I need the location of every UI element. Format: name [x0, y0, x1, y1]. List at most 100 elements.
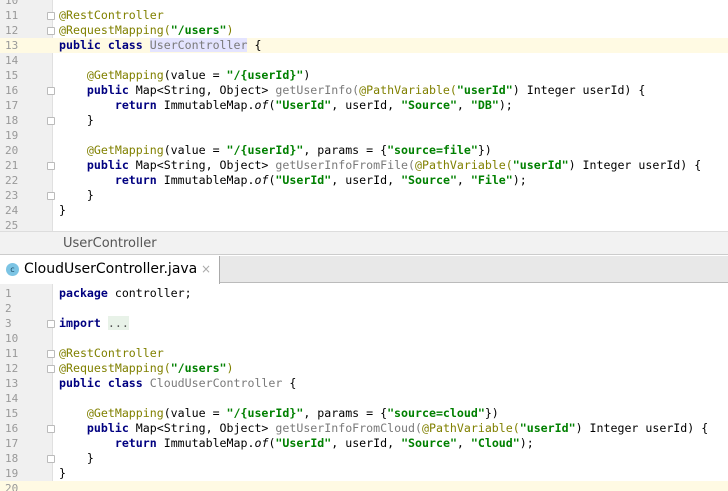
fold-marker-icon[interactable]	[47, 320, 55, 328]
line-number: 12	[5, 24, 19, 37]
code-text: public Map<String, Object> getUserInfo(@…	[59, 83, 645, 98]
code-line[interactable]: 19}	[0, 466, 728, 481]
code-line[interactable]: 10	[0, 0, 728, 8]
line-number: 16	[5, 84, 19, 97]
code-lines: 10 11 @RestController 12 @RequestMapping("/u…	[0, 0, 728, 231]
top-editor[interactable]: 10 11 @RestController 12 @RequestMapping("/u…	[0, 0, 728, 231]
code-token: "/{userId}"	[226, 68, 304, 82]
code-token: {	[247, 38, 262, 52]
code-line[interactable]: 14	[0, 391, 728, 406]
code-line[interactable]: 18 }	[0, 113, 728, 128]
class-icon: c	[6, 263, 19, 276]
code-line[interactable]: 3 import ...	[0, 316, 728, 331]
line-number: 19	[5, 467, 19, 480]
line-number: 25	[5, 219, 19, 231]
code-token: , userId,	[331, 98, 402, 112]
code-token: "/users"	[170, 23, 227, 37]
code-line[interactable]: 21 public Map<String, Object> getUserInf…	[0, 158, 728, 173]
code-line[interactable]: 12 @RequestMapping("/users")	[0, 23, 728, 38]
line-number: 17	[5, 99, 19, 112]
code-text: public Map<String, Object> getUserInfoFr…	[59, 421, 708, 436]
code-text: return ImmutableMap.of("UserId", userId,…	[59, 98, 513, 113]
fold-marker-icon[interactable]	[47, 425, 55, 433]
code-token: );	[519, 436, 534, 450]
code-text: @RequestMapping("/users")	[59, 361, 234, 376]
code-line[interactable]: 1 package controller;	[0, 286, 728, 301]
fold-marker-icon[interactable]	[47, 117, 55, 125]
close-icon[interactable]: ×	[201, 256, 211, 283]
code-token: of	[254, 173, 269, 187]
fold-marker-icon[interactable]	[47, 87, 55, 95]
code-line[interactable]: 22 return ImmutableMap.of("UserId", user…	[0, 173, 728, 188]
line-number: 23	[5, 189, 19, 202]
code-line[interactable]: 20	[0, 481, 728, 491]
line-number: 12	[5, 362, 19, 375]
line-number: 15	[5, 69, 19, 82]
code-token: "/{userId}"	[226, 406, 304, 420]
code-token: @RequestMapping(	[59, 23, 171, 37]
code-token: Map<String, Object>	[135, 158, 276, 172]
code-line[interactable]: 15 @GetMapping(value = "/{userId}")	[0, 68, 728, 83]
tab-bar: c CloudUserController.java ×	[0, 256, 728, 284]
code-text: @RequestMapping("/users")	[59, 23, 234, 38]
code-line[interactable]: 19	[0, 128, 728, 143]
code-token: }	[59, 203, 66, 217]
code-line[interactable]: 15 @GetMapping(value = "/{userId}", para…	[0, 406, 728, 421]
code-line[interactable]: 11 @RestController	[0, 8, 728, 23]
code-token: "Cloud"	[470, 436, 520, 450]
code-line[interactable]: 13 public class CloudUserController {	[0, 376, 728, 391]
code-token: "source=cloud"	[387, 406, 485, 420]
code-token: (value =	[163, 406, 227, 420]
code-token: , userId,	[331, 173, 402, 187]
code-line[interactable]: 10	[0, 331, 728, 346]
code-line[interactable]: 23 }	[0, 188, 728, 203]
code-line[interactable]: 2	[0, 301, 728, 316]
code-token: )	[226, 361, 234, 375]
code-token: ) Integer userId) {	[575, 421, 709, 435]
code-token: )	[303, 68, 311, 82]
code-text: }	[59, 188, 94, 203]
line-number: 14	[5, 54, 19, 67]
code-token: }	[59, 113, 94, 127]
code-line[interactable]: 25	[0, 218, 728, 231]
code-token: , params = {	[303, 406, 388, 420]
fold-marker-icon[interactable]	[47, 192, 55, 200]
line-number: 20	[5, 482, 19, 491]
code-token: @GetMapping	[86, 143, 164, 157]
code-token: "Source"	[401, 173, 457, 187]
code-text: }	[59, 466, 66, 481]
code-line[interactable]: 16 public Map<String, Object> getUserInf…	[0, 421, 728, 436]
code-line[interactable]: 24}	[0, 203, 728, 218]
code-token: getUserInfoFromCloud(	[275, 421, 422, 435]
line-number: 2	[5, 302, 12, 315]
fold-marker-icon[interactable]	[47, 12, 55, 20]
code-line[interactable]: 20 @GetMapping(value = "/{userId}", para…	[0, 143, 728, 158]
code-token: ImmutableMap.	[163, 173, 255, 187]
tab-cloud-user-controller[interactable]: c CloudUserController.java ×	[0, 256, 220, 284]
code-line[interactable]: 12 @RequestMapping("/users")	[0, 361, 728, 376]
fold-marker-icon[interactable]	[47, 365, 55, 373]
code-line[interactable]: 18 }	[0, 451, 728, 466]
code-line[interactable]: 11 @RestController	[0, 346, 728, 361]
fold-marker-icon[interactable]	[47, 455, 55, 463]
code-line[interactable]: 17 return ImmutableMap.of("UserId", user…	[0, 436, 728, 451]
bottom-editor[interactable]: 1 package controller; 2 3 import ... 10 11 @Res…	[0, 284, 728, 491]
code-line[interactable]: 16 public Map<String, Object> getUserInf…	[0, 83, 728, 98]
breadcrumb[interactable]: UserController	[0, 231, 728, 255]
code-line[interactable]: 17 return ImmutableMap.of("UserId", user…	[0, 98, 728, 113]
code-line[interactable]: 14	[0, 53, 728, 68]
line-number: 13	[5, 377, 19, 390]
line-number: 11	[5, 9, 19, 22]
code-token: ,	[456, 436, 471, 450]
fold-marker-icon[interactable]	[47, 350, 55, 358]
code-text: }	[59, 113, 94, 128]
code-lines: 1 package controller; 2 3 import ... 10 11 @Res…	[0, 286, 728, 491]
code-text: import ...	[59, 316, 129, 331]
fold-marker-icon[interactable]	[47, 27, 55, 35]
code-line[interactable]: 13 public class UserController {	[0, 38, 728, 53]
fold-marker-icon[interactable]	[47, 162, 55, 170]
code-token: public	[86, 158, 136, 172]
